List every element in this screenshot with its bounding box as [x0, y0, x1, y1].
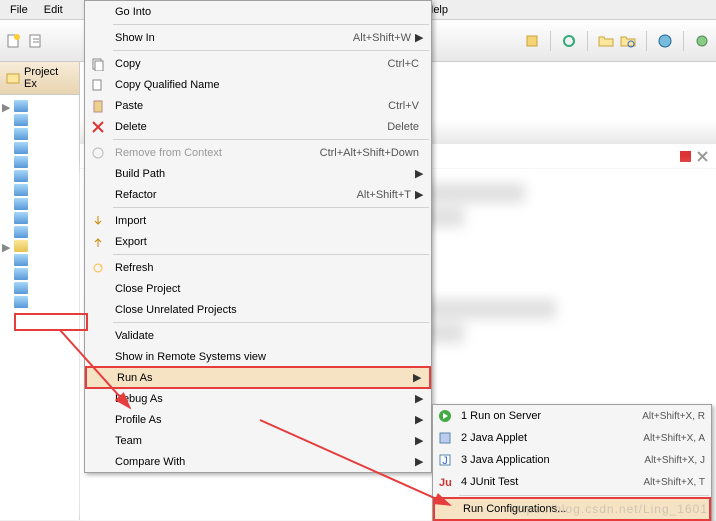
package-icon [6, 71, 20, 85]
context-menu: Go Into Show InAlt+Shift+W▶ CopyCtrl+C C… [84, 0, 432, 473]
menu-item-close-unrelated[interactable]: Close Unrelated Projects [85, 299, 431, 320]
menu-item-refresh[interactable]: Refresh [85, 257, 431, 278]
menu-item-profile-as[interactable]: Profile As▶ [85, 409, 431, 430]
new-icon[interactable] [6, 33, 22, 49]
copy-icon [91, 78, 105, 92]
project-icon [14, 114, 28, 126]
tree-item[interactable] [2, 295, 77, 309]
stop-button[interactable] [680, 151, 691, 162]
project-icon [14, 142, 28, 154]
sub-item-java-application[interactable]: J3 Java ApplicationAlt+Shift+X, J [433, 449, 711, 471]
menu-item-remove-context: Remove from ContextCtrl+Alt+Shift+Down [85, 142, 431, 163]
settings-icon[interactable] [694, 33, 710, 49]
project-icon [14, 212, 28, 224]
tree-item[interactable] [2, 267, 77, 281]
tree-item[interactable]: ▶ [2, 99, 77, 113]
watermark: https://blog.csdn.net/Ling_1601 [510, 502, 708, 516]
tree-item[interactable] [2, 127, 77, 141]
export-icon [91, 235, 105, 249]
folder-search-icon[interactable] [620, 33, 636, 49]
menu-item-team[interactable]: Team▶ [85, 430, 431, 451]
tree-item[interactable] [2, 281, 77, 295]
tree-item[interactable] [2, 155, 77, 169]
project-icon [14, 128, 28, 140]
project-icon [14, 268, 28, 280]
applet-icon [438, 431, 452, 445]
remove-button[interactable] [697, 151, 708, 162]
menu-item-close-project[interactable]: Close Project [85, 278, 431, 299]
sidebar: Project Ex ▶ ▶ [0, 62, 80, 520]
bookmark-icon[interactable] [524, 33, 540, 49]
menu-edit[interactable]: Edit [36, 2, 71, 18]
wizard-icon[interactable] [28, 33, 44, 49]
refresh-icon [91, 261, 105, 275]
project-icon [14, 156, 28, 168]
menu-item-refactor[interactable]: RefactorAlt+Shift+T▶ [85, 184, 431, 205]
tree-item[interactable] [2, 183, 77, 197]
tree-item[interactable] [2, 113, 77, 127]
remove-icon [91, 146, 105, 160]
menu-item-copy-qualified[interactable]: Copy Qualified Name [85, 74, 431, 95]
project-tree: ▶ ▶ [0, 95, 79, 313]
sub-item-run-on-server[interactable]: 1 Run on ServerAlt+Shift+X, R [433, 405, 711, 427]
tree-item-selected[interactable]: ▶ [2, 239, 77, 253]
junit-icon: Ju [438, 475, 452, 489]
delete-icon [91, 120, 105, 134]
menu-item-show-in[interactable]: Show InAlt+Shift+W▶ [85, 27, 431, 48]
project-icon [14, 254, 28, 266]
svg-text:Ju: Ju [439, 477, 452, 489]
menu-item-compare-with[interactable]: Compare With▶ [85, 451, 431, 472]
server-run-icon [438, 409, 452, 423]
tree-item[interactable] [2, 141, 77, 155]
project-icon [14, 184, 28, 196]
menu-item-run-as[interactable]: Run As▶ [85, 366, 431, 389]
project-icon [14, 170, 28, 182]
paste-icon [91, 99, 105, 113]
menu-item-show-remote[interactable]: Show in Remote Systems view [85, 346, 431, 367]
project-icon [14, 240, 28, 252]
menu-item-go-into[interactable]: Go Into [85, 1, 431, 22]
sub-item-java-applet[interactable]: 2 Java AppletAlt+Shift+X, A [433, 427, 711, 449]
menu-item-paste[interactable]: PasteCtrl+V [85, 95, 431, 116]
refresh-icon[interactable] [561, 33, 577, 49]
menu-item-build-path[interactable]: Build Path▶ [85, 163, 431, 184]
tree-item[interactable] [2, 169, 77, 183]
copy-icon [91, 57, 105, 71]
project-icon [14, 296, 28, 308]
sub-item-junit-test[interactable]: Ju4 JUnit TestAlt+Shift+X, T [433, 471, 711, 493]
selection-highlight-box [14, 313, 88, 331]
menu-item-export[interactable]: Export [85, 231, 431, 252]
tree-item[interactable] [2, 225, 77, 239]
import-icon [91, 214, 105, 228]
sidebar-tab-project-explorer[interactable]: Project Ex [0, 62, 79, 95]
project-icon [14, 100, 28, 112]
java-app-icon: J [438, 453, 452, 467]
tree-item[interactable] [2, 211, 77, 225]
project-icon [14, 226, 28, 238]
svg-text:J: J [442, 455, 448, 467]
tree-item[interactable] [2, 197, 77, 211]
project-icon [14, 198, 28, 210]
open-folder-icon[interactable] [598, 33, 614, 49]
globe-icon[interactable] [657, 33, 673, 49]
menu-item-validate[interactable]: Validate [85, 325, 431, 346]
menu-file[interactable]: File [2, 2, 36, 18]
menu-item-import[interactable]: Import [85, 210, 431, 231]
menu-item-delete[interactable]: DeleteDelete [85, 116, 431, 137]
project-icon [14, 282, 28, 294]
tree-item[interactable] [2, 253, 77, 267]
menu-item-debug-as[interactable]: Debug As▶ [85, 388, 431, 409]
menu-item-copy[interactable]: CopyCtrl+C [85, 53, 431, 74]
sidebar-tab-label: Project Ex [24, 66, 73, 90]
